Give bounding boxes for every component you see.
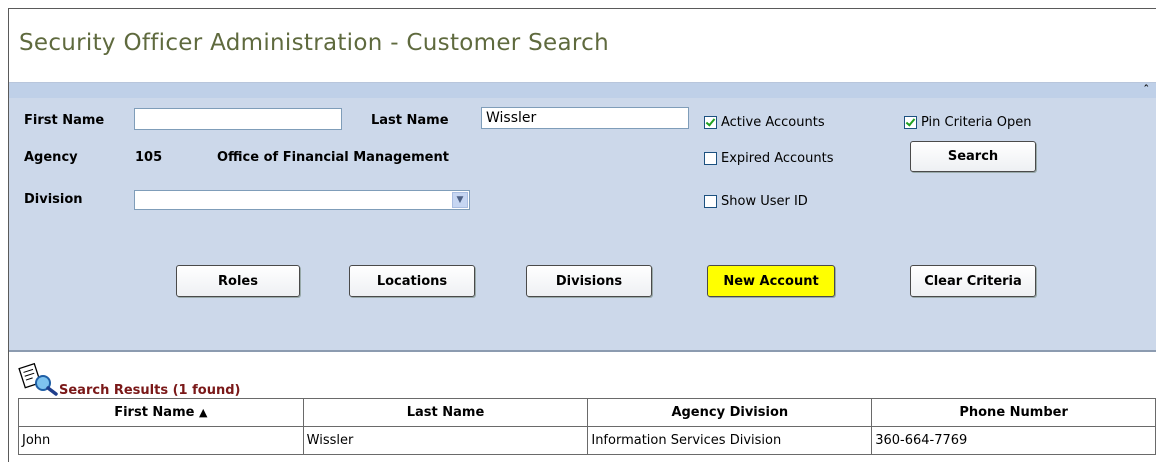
page-title: Security Officer Administration - Custom… (19, 30, 609, 56)
column-header-agency-division[interactable]: Agency Division (587, 398, 873, 427)
division-label: Division (24, 192, 83, 207)
results-table: First Name ▲ Last Name Agency Division P… (18, 398, 1156, 455)
expired-accounts-checkbox[interactable]: Expired Accounts (704, 151, 833, 166)
cell-first-name: John (18, 426, 304, 455)
expired-accounts-check-icon[interactable] (704, 152, 717, 165)
search-button[interactable]: Search (910, 141, 1036, 172)
divisions-button[interactable]: Divisions (526, 265, 652, 297)
panel-header-bar (9, 83, 1156, 98)
column-header-last-name[interactable]: Last Name (302, 398, 589, 427)
active-accounts-label: Active Accounts (721, 115, 825, 130)
sort-ascending-icon: ▲ (198, 406, 208, 419)
search-results-icon (18, 362, 58, 396)
cell-phone-number: 360-664-7769 (871, 426, 1156, 455)
agency-code: 105 (135, 150, 163, 165)
roles-button[interactable]: Roles (176, 265, 300, 297)
table-row[interactable]: John Wissler Information Services Divisi… (18, 426, 1156, 455)
active-accounts-check-icon[interactable] (704, 116, 717, 129)
agency-name: Office of Financial Management (217, 150, 449, 165)
results-header-row: First Name ▲ Last Name Agency Division P… (18, 398, 1156, 427)
first-name-label: First Name (24, 113, 105, 128)
last-name-label: Last Name (371, 113, 449, 128)
collapse-icon[interactable]: ˆ (1144, 83, 1150, 96)
agency-label: Agency (24, 150, 78, 165)
search-results-title: Search Results (1 found) (59, 383, 241, 398)
column-header-phone-number[interactable]: Phone Number (871, 398, 1156, 427)
last-name-input[interactable] (481, 107, 689, 129)
column-header-first-name[interactable]: First Name ▲ (18, 398, 304, 427)
show-user-id-check-icon[interactable] (704, 195, 717, 208)
chevron-down-icon[interactable]: ▼ (452, 192, 468, 208)
cell-agency-division: Information Services Division (587, 426, 873, 455)
show-user-id-checkbox[interactable]: Show User ID (704, 194, 808, 209)
division-select[interactable]: ▼ (134, 190, 470, 210)
pin-criteria-label: Pin Criteria Open (921, 115, 1032, 130)
locations-button[interactable]: Locations (349, 265, 475, 297)
expired-accounts-label: Expired Accounts (721, 151, 834, 166)
new-account-button[interactable]: New Account (707, 265, 835, 297)
first-name-input[interactable] (134, 108, 342, 130)
show-user-id-label: Show User ID (721, 194, 808, 209)
pin-criteria-checkbox[interactable]: Pin Criteria Open (904, 115, 1031, 130)
pin-criteria-check-icon[interactable] (904, 116, 917, 129)
clear-criteria-button[interactable]: Clear Criteria (910, 265, 1036, 297)
cell-last-name: Wissler (302, 426, 589, 455)
active-accounts-checkbox[interactable]: Active Accounts (704, 115, 825, 130)
